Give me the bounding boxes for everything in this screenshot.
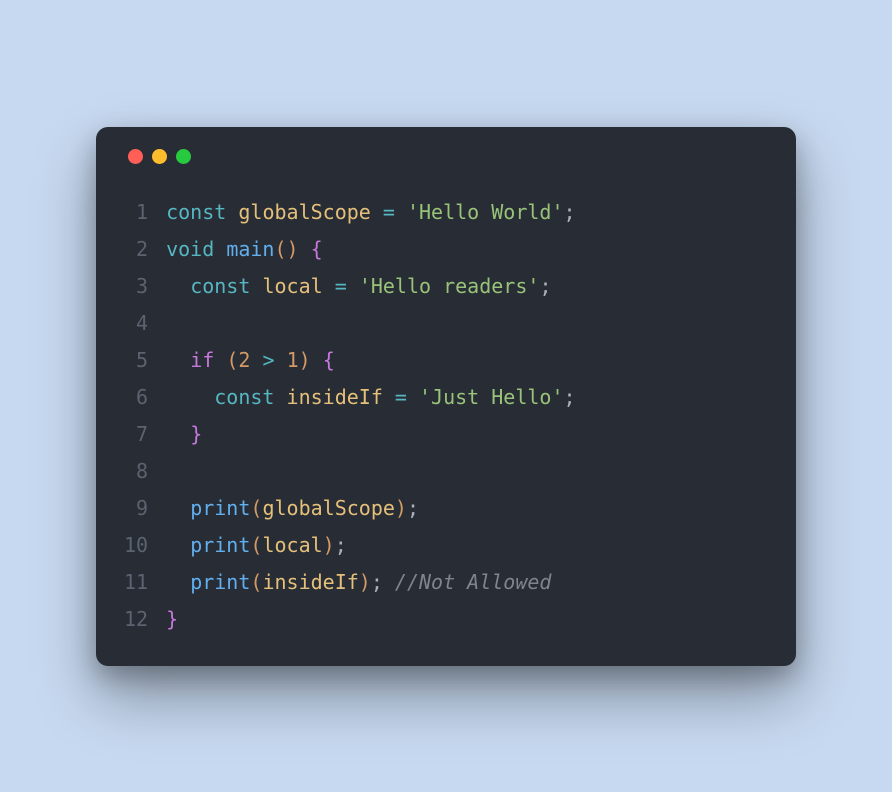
- code-line: [166, 305, 575, 342]
- minimize-icon[interactable]: [152, 149, 167, 164]
- code-window: 123456789101112 const globalScope = 'Hel…: [96, 127, 796, 666]
- line-number: 2: [124, 231, 148, 268]
- code-line: const globalScope = 'Hello World';: [166, 194, 575, 231]
- line-number: 5: [124, 342, 148, 379]
- code-content[interactable]: const globalScope = 'Hello World';void m…: [166, 194, 575, 638]
- code-line: print(globalScope);: [166, 490, 575, 527]
- line-number: 10: [124, 527, 148, 564]
- line-number: 4: [124, 305, 148, 342]
- line-number: 9: [124, 490, 148, 527]
- code-line: void main() {: [166, 231, 575, 268]
- code-line: const insideIf = 'Just Hello';: [166, 379, 575, 416]
- code-line: if (2 > 1) {: [166, 342, 575, 379]
- line-number: 1: [124, 194, 148, 231]
- close-icon[interactable]: [128, 149, 143, 164]
- line-number-gutter: 123456789101112: [124, 194, 148, 638]
- code-line: }: [166, 416, 575, 453]
- line-number: 12: [124, 601, 148, 638]
- code-line: print(insideIf); //Not Allowed: [166, 564, 575, 601]
- code-line: const local = 'Hello readers';: [166, 268, 575, 305]
- line-number: 8: [124, 453, 148, 490]
- line-number: 11: [124, 564, 148, 601]
- line-number: 3: [124, 268, 148, 305]
- line-number: 6: [124, 379, 148, 416]
- code-line: }: [166, 601, 575, 638]
- window-titlebar: [124, 149, 768, 164]
- code-line: print(local);: [166, 527, 575, 564]
- code-line: [166, 453, 575, 490]
- code-editor: 123456789101112 const globalScope = 'Hel…: [124, 194, 768, 638]
- line-number: 7: [124, 416, 148, 453]
- maximize-icon[interactable]: [176, 149, 191, 164]
